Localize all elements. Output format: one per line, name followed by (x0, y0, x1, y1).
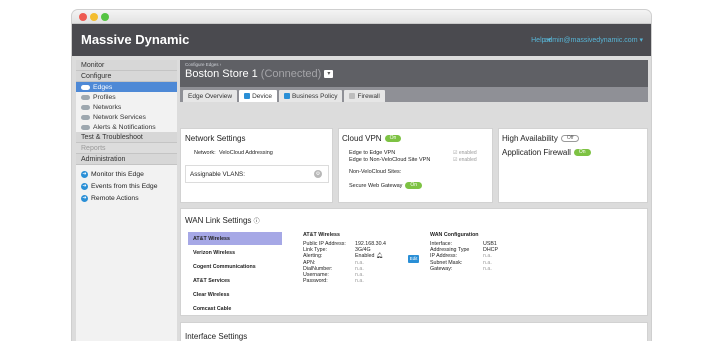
cloud-vpn-panel: Cloud VPN On Edge to Edge VPN ☑ enabled E… (338, 128, 493, 203)
assignable-vlans-label: Assignable VLANS: (190, 171, 245, 178)
carrier-item[interactable]: Clear Wireless (188, 288, 282, 301)
wan-configuration-title: WAN Configuration (430, 232, 479, 238)
network-label: Network: (194, 150, 216, 156)
wan-link-settings-title: WAN Link Settings ⓘ (185, 216, 260, 225)
sidebar: Monitor Configure Edges Profiles Networks N… (76, 60, 177, 341)
wan-config-values: USB1 DHCP n.a. n.a. n.a. (483, 241, 499, 272)
sidebar-section-configure[interactable]: Configure (76, 71, 177, 82)
carrier-item[interactable]: AT&T Services (188, 274, 282, 287)
sidebar-section-administration[interactable]: Administration (76, 154, 177, 165)
non-velocloud-sites-label: Non-VeloCloud Sites: (349, 169, 402, 175)
main-content: Configure Edges › Boston Store 1 (Connect… (180, 60, 648, 341)
high-availability-toggle[interactable]: Off (560, 135, 580, 143)
tab-edge-overview[interactable]: Edge Overview (183, 90, 238, 102)
edit-link-button[interactable]: Edit (408, 255, 419, 263)
firewall-icon (349, 93, 356, 99)
arrow-right-icon: ➜ (81, 170, 88, 178)
carrier-item[interactable]: Comcast Cable (188, 302, 282, 315)
cloud-icon (81, 94, 90, 100)
tab-firewall[interactable]: Firewall (344, 90, 385, 102)
tab-business-policy[interactable]: Business Policy (278, 90, 343, 102)
bell-icon: 🔔︎ (375, 253, 383, 260)
edge-to-edge-vpn-status[interactable]: ☑ enabled (453, 150, 477, 156)
link-detail-values: 192.168.30.4 3G/4G Enabled 🔔︎ n.a. n.a. … (355, 241, 386, 285)
tab-bar: Edge Overview Device Business Policy Fir… (180, 87, 648, 102)
high-availability-title: High Availability Off (502, 134, 580, 143)
cloud-icon (81, 104, 90, 110)
app-title: Massive Dynamic (81, 32, 190, 47)
sidebar-section-reports[interactable]: Reports (76, 143, 177, 154)
maximize-window-button[interactable] (101, 13, 109, 21)
application-firewall-toggle[interactable]: On (573, 149, 591, 157)
network-settings-panel: Network Settings Network: VeloCloud Addr… (180, 128, 333, 203)
cloud-vpn-toggle[interactable]: On (384, 135, 402, 143)
sidebar-section-monitor[interactable]: Monitor (76, 60, 177, 71)
edge-selector-dropdown[interactable]: ▾ (324, 70, 334, 78)
wan-config-labels: Interface: Addressing Type IP Address: S… (430, 241, 470, 272)
tab-device[interactable]: Device (239, 90, 277, 102)
sidebar-item-network-services[interactable]: Network Services (76, 112, 177, 122)
sidebar-item-profiles[interactable]: Profiles (76, 92, 177, 102)
arrow-right-icon: ➜ (81, 182, 88, 190)
sidebar-item-label: Alerts & Notifications (93, 123, 156, 131)
vlan-settings-icon[interactable]: ⚙ (314, 170, 322, 178)
browser-window: Massive Dynamic Help ▾ admin@massivedyna… (72, 10, 651, 341)
minimize-window-button[interactable] (90, 13, 98, 21)
edge-status: (Connected) (260, 68, 322, 80)
policy-icon (283, 93, 290, 99)
secure-web-gateway-label: Secure Web Gateway On (349, 182, 423, 189)
sidebar-section-test-troubleshoot[interactable]: Test & Troubleshoot (76, 132, 177, 143)
close-window-button[interactable] (79, 13, 87, 21)
edge-to-non-velocloud-vpn-status[interactable]: ☑ enabled (453, 157, 477, 163)
sidebar-item-networks[interactable]: Networks (76, 102, 177, 112)
link-detail-labels: Public IP Address: Link Type: Alerting: … (303, 241, 346, 285)
user-menu[interactable]: admin@massivedynamic.com ▾ (544, 36, 643, 44)
high-availability-panel: High Availability Off Application Firewal… (498, 128, 648, 203)
cloud-icon (81, 114, 90, 120)
info-icon[interactable]: ⓘ (254, 219, 260, 225)
sidebar-item-label: Profiles (93, 93, 116, 101)
application-firewall-title: Application Firewall On (502, 148, 591, 157)
cloud-icon (81, 124, 90, 130)
edge-header: Configure Edges › Boston Store 1 (Connect… (180, 60, 648, 87)
network-settings-title: Network Settings (185, 134, 246, 143)
sidebar-item-alerts-notifications[interactable]: Alerts & Notifications (76, 122, 177, 132)
edge-to-edge-vpn-label: Edge to Edge VPN (349, 150, 396, 156)
breadcrumb[interactable]: Configure Edges › (185, 62, 643, 67)
edge-to-non-velocloud-vpn-label: Edge to Non-VeloCloud Site VPN (349, 157, 431, 163)
monitor-this-edge-link[interactable]: ➜ Monitor this Edge (76, 168, 177, 180)
checkbox-icon: ☑ (453, 157, 458, 163)
chevron-down-icon: ▾ (639, 37, 643, 44)
chevron-down-icon: ▾ (327, 71, 331, 77)
interface-settings-title: Interface Settings (185, 332, 248, 341)
device-icon (244, 93, 251, 99)
carrier-item[interactable]: AT&T Wireless (188, 232, 282, 245)
window-titlebar (72, 10, 651, 24)
assignable-vlans-box: Assignable VLANS: ⚙ (185, 165, 329, 183)
sidebar-item-label: Network Services (93, 113, 146, 121)
selected-link-name: AT&T Wireless (303, 232, 340, 238)
cloud-icon (81, 84, 90, 90)
edge-name: Boston Store 1 (185, 68, 258, 80)
carrier-item[interactable]: Verizon Wireless (188, 246, 282, 259)
checkbox-icon: ☑ (453, 150, 458, 156)
carrier-item[interactable]: Cogent Communications (188, 260, 282, 273)
remote-actions-link[interactable]: ➜ Remote Actions (76, 192, 177, 204)
app-header: Massive Dynamic Help ▾ admin@massivedyna… (72, 24, 651, 56)
secure-web-gateway-toggle[interactable]: On (405, 182, 423, 189)
sidebar-item-edges[interactable]: Edges (76, 82, 177, 92)
arrow-right-icon: ➜ (81, 194, 88, 202)
network-value: VeloCloud Addressing (219, 150, 273, 156)
interface-settings-panel: Interface Settings (180, 322, 648, 341)
wan-link-settings-panel: WAN Link Settings ⓘ AT&T Wireless Verizon… (180, 208, 648, 316)
cloud-vpn-title: Cloud VPN On (342, 134, 402, 143)
events-from-this-edge-link[interactable]: ➜ Events from this Edge (76, 180, 177, 192)
sidebar-item-label: Edges (93, 83, 113, 91)
sidebar-item-label: Networks (93, 103, 122, 111)
